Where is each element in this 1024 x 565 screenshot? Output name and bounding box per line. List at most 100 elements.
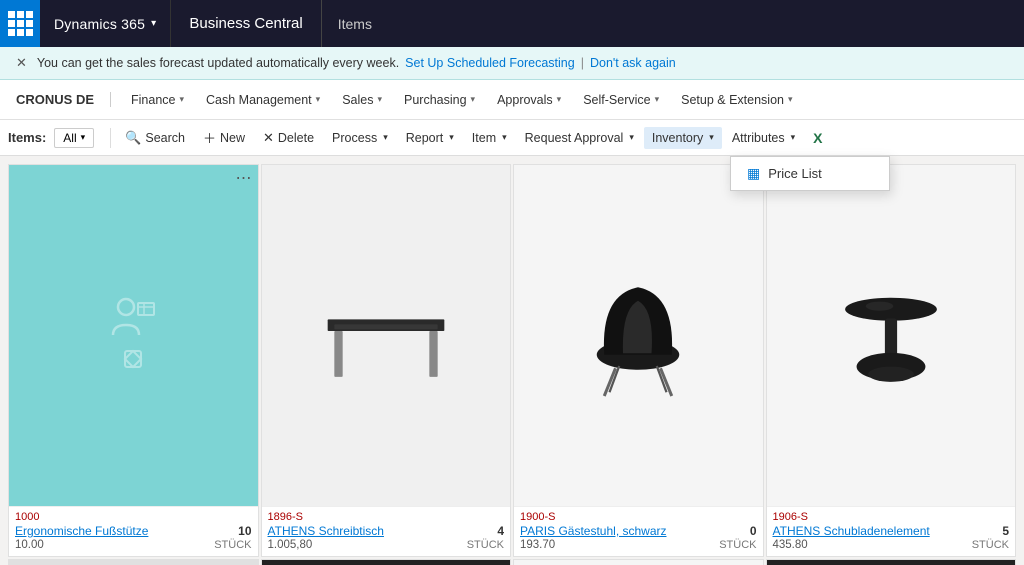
filter-all-button[interactable]: All ▾ bbox=[54, 128, 94, 148]
item-name-0[interactable]: Ergonomische Fußstütze bbox=[15, 524, 234, 538]
nav-chevron-finance: ▾ bbox=[180, 94, 185, 105]
item-card-3[interactable]: 1906-S ATHENS Schubladenelement 5 435.80… bbox=[766, 164, 1017, 557]
item-card-row2-1[interactable] bbox=[261, 559, 512, 565]
toolbar: Items: All ▾ 🔍 Search ＋ New ✕ Delete Pro… bbox=[0, 120, 1024, 156]
item-chevron-icon: ▾ bbox=[502, 132, 507, 143]
item-card-0[interactable]: ⋯ 1000 bbox=[8, 164, 259, 557]
chair-svg bbox=[563, 271, 713, 401]
inventory-button[interactable]: Inventory ▾ bbox=[644, 127, 722, 149]
request-approval-button[interactable]: Request Approval ▾ bbox=[517, 127, 642, 149]
banner-separator: | bbox=[581, 56, 584, 70]
item-unit-2: STÜCK bbox=[719, 539, 756, 551]
placeholder-illustration bbox=[108, 297, 158, 375]
item-code-0: 1000 bbox=[15, 511, 252, 523]
plus-icon: ＋ bbox=[203, 128, 216, 147]
item-price-row-3: 435.80 STÜCK bbox=[773, 539, 1010, 551]
item-code-3: 1906-S bbox=[773, 511, 1010, 523]
nav-chevron-sales: ▾ bbox=[377, 94, 382, 105]
item-card-1[interactable]: 1896-S ATHENS Schreibtisch 4 1.005,80 ST… bbox=[261, 164, 512, 557]
item-qty-2: 0 bbox=[750, 524, 757, 538]
item-card-row2-0[interactable] bbox=[8, 559, 259, 565]
top-bar: Dynamics 365 ▾ Business Central Items bbox=[0, 0, 1024, 47]
nav-item-setup[interactable]: Setup & Extension ▾ bbox=[671, 80, 802, 119]
item-name-3[interactable]: ATHENS Schubladenelement bbox=[773, 524, 999, 538]
search-icon: 🔍 bbox=[125, 130, 141, 146]
excel-icon: X bbox=[813, 130, 822, 146]
sidetable-svg bbox=[821, 271, 961, 401]
banner-link-forecast[interactable]: Set Up Scheduled Forecasting bbox=[405, 56, 575, 70]
banner-link-dontask[interactable]: Don't ask again bbox=[590, 56, 676, 70]
dynamics-chevron-icon: ▾ bbox=[151, 18, 156, 29]
item-code-2: 1900-S bbox=[520, 511, 757, 523]
attributes-chevron-icon: ▾ bbox=[791, 132, 796, 143]
card-options-icon-0[interactable]: ⋯ bbox=[236, 171, 252, 187]
filter-chevron-icon: ▾ bbox=[81, 132, 86, 143]
toolbar-separator-1 bbox=[110, 128, 111, 148]
request-chevron-icon: ▾ bbox=[629, 132, 634, 143]
delete-button[interactable]: ✕ Delete bbox=[255, 126, 322, 150]
inventory-chevron-icon: ▾ bbox=[709, 132, 714, 143]
item-name-row-0: Ergonomische Fußstütze 10 bbox=[15, 524, 252, 538]
item-card-row2-3[interactable] bbox=[766, 559, 1017, 565]
company-name: CRONUS DE bbox=[16, 92, 111, 107]
waffle-grid-icon bbox=[8, 11, 33, 36]
banner-message: You can get the sales forecast updated a… bbox=[37, 56, 399, 70]
waffle-button[interactable] bbox=[0, 0, 40, 47]
item-price-row-2: 193.70 STÜCK bbox=[520, 539, 757, 551]
item-unit-1: STÜCK bbox=[467, 539, 504, 551]
bc-label: Business Central bbox=[171, 0, 321, 47]
nav-item-approvals[interactable]: Approvals ▾ bbox=[487, 80, 571, 119]
dynamics-label: Dynamics 365 bbox=[54, 16, 145, 32]
nav-chevron-cash: ▾ bbox=[316, 94, 321, 105]
nav-item-sales[interactable]: Sales ▾ bbox=[332, 80, 392, 119]
price-list-item[interactable]: ▦ Price List bbox=[731, 157, 889, 190]
item-name-row-2: PARIS Gästestuhl, schwarz 0 bbox=[520, 524, 757, 538]
nav-item-self-service[interactable]: Self-Service ▾ bbox=[573, 80, 669, 119]
item-info-3: 1906-S ATHENS Schubladenelement 5 435.80… bbox=[767, 506, 1016, 556]
attributes-button[interactable]: Attributes ▾ bbox=[724, 127, 803, 149]
nav-menu: Finance ▾ Cash Management ▾ Sales ▾ Purc… bbox=[121, 80, 803, 119]
item-info-0: 1000 Ergonomische Fußstütze 10 10.00 STÜ… bbox=[9, 506, 258, 556]
item-grid: ⋯ 1000 bbox=[8, 164, 1016, 557]
dynamics-nav[interactable]: Dynamics 365 ▾ bbox=[40, 0, 171, 47]
item-price-0: 10.00 bbox=[15, 539, 44, 551]
nav-item-finance[interactable]: Finance ▾ bbox=[121, 80, 194, 119]
content-area: ⋯ 1000 bbox=[0, 156, 1024, 565]
nav-chevron-purchasing: ▾ bbox=[471, 94, 476, 105]
item-image-1 bbox=[262, 165, 511, 506]
new-button[interactable]: ＋ New bbox=[195, 124, 253, 151]
report-button[interactable]: Report ▾ bbox=[398, 127, 462, 149]
item-price-2: 193.70 bbox=[520, 539, 555, 551]
item-button[interactable]: Item ▾ bbox=[464, 127, 515, 149]
info-banner: ✕ You can get the sales forecast updated… bbox=[0, 47, 1024, 80]
pricelist-icon: ▦ bbox=[747, 165, 760, 182]
item-qty-1: 4 bbox=[497, 524, 504, 538]
process-button[interactable]: Process ▾ bbox=[324, 127, 396, 149]
item-info-2: 1900-S PARIS Gästestuhl, schwarz 0 193.7… bbox=[514, 506, 763, 556]
item-name-row-1: ATHENS Schreibtisch 4 bbox=[268, 524, 505, 538]
item-card-2[interactable]: 1900-S PARIS Gästestuhl, schwarz 0 193.7… bbox=[513, 164, 764, 557]
breadcrumb-items: Items bbox=[322, 0, 388, 47]
item-name-2[interactable]: PARIS Gästestuhl, schwarz bbox=[520, 524, 746, 538]
item-name-row-3: ATHENS Schubladenelement 5 bbox=[773, 524, 1010, 538]
table-svg bbox=[311, 276, 461, 396]
item-qty-3: 5 bbox=[1002, 524, 1009, 538]
item-card-row2-2[interactable] bbox=[513, 559, 764, 565]
item-price-row-0: 10.00 STÜCK bbox=[15, 539, 252, 551]
search-button[interactable]: 🔍 Search bbox=[117, 126, 193, 150]
excel-button[interactable]: X bbox=[805, 126, 830, 150]
item-qty-0: 10 bbox=[238, 524, 251, 538]
toolbar-items-label: Items: bbox=[8, 130, 46, 145]
item-price-row-1: 1.005,80 STÜCK bbox=[268, 539, 505, 551]
item-unit-0: STÜCK bbox=[214, 539, 251, 551]
banner-close-icon[interactable]: ✕ bbox=[16, 55, 27, 71]
delete-icon: ✕ bbox=[263, 130, 274, 146]
process-chevron-icon: ▾ bbox=[383, 132, 388, 143]
report-chevron-icon: ▾ bbox=[449, 132, 454, 143]
item-image-2 bbox=[514, 165, 763, 506]
item-name-1[interactable]: ATHENS Schreibtisch bbox=[268, 524, 494, 538]
item-code-1: 1896-S bbox=[268, 511, 505, 523]
nav-item-purchasing[interactable]: Purchasing ▾ bbox=[394, 80, 485, 119]
item-image-3 bbox=[767, 165, 1016, 506]
nav-item-cash[interactable]: Cash Management ▾ bbox=[196, 80, 330, 119]
